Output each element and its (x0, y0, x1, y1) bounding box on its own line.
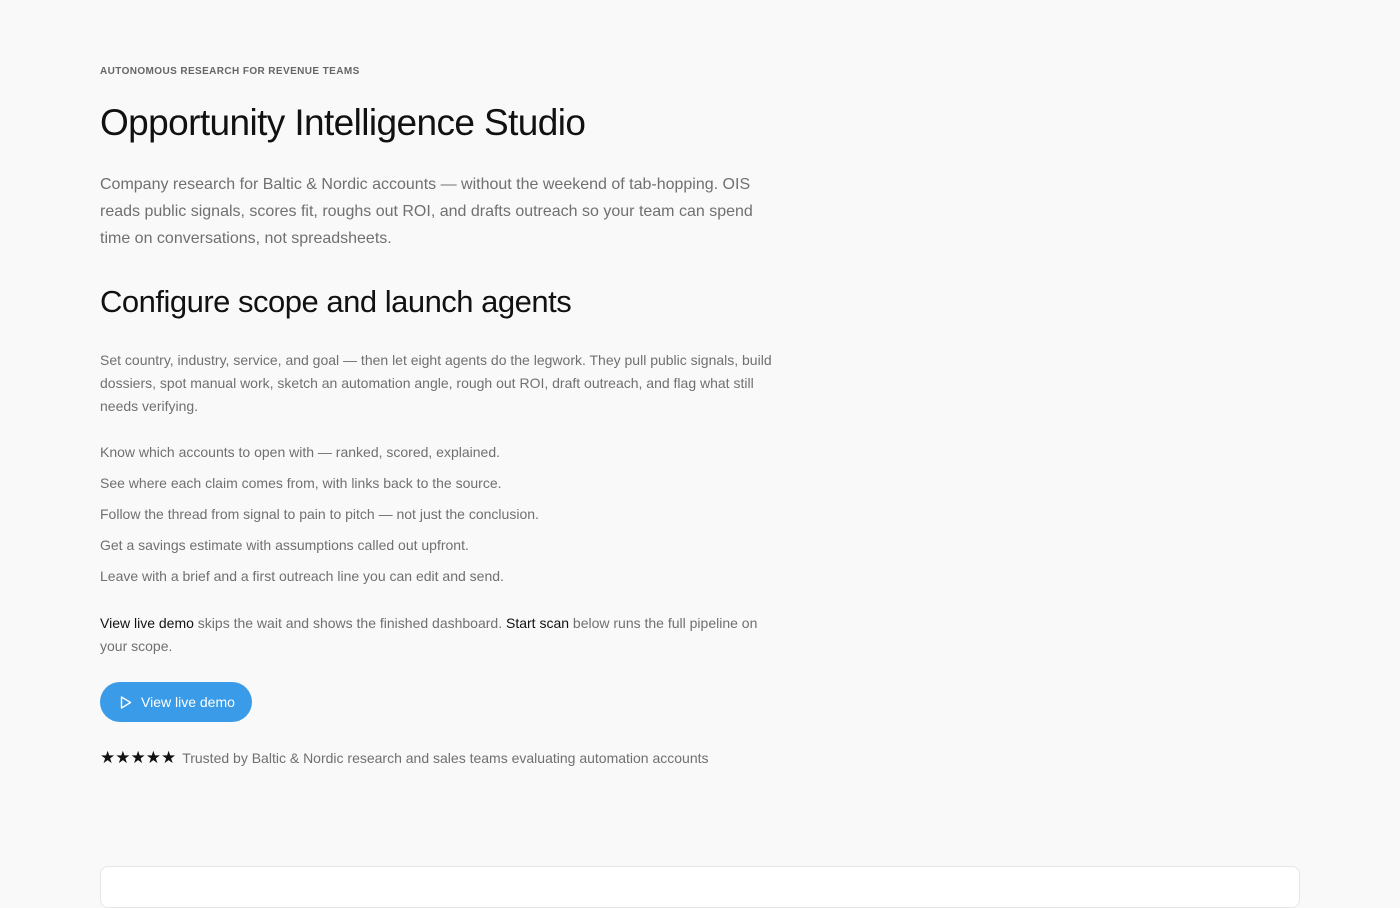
trust-text: Trusted by Baltic & Nordic research and … (182, 750, 709, 766)
benefit-item: Leave with a brief and a first outreach … (100, 568, 504, 584)
star-rating-icon: ★★★★★ (100, 748, 177, 767)
scan-term: Start scan (505, 615, 570, 631)
demo-term: View live demo (100, 615, 194, 631)
eyebrow-label: AUTONOMOUS RESEARCH FOR REVENUE TEAMS (100, 66, 360, 77)
demo-term-description: skips the wait and shows the finished da… (193, 615, 506, 631)
scope-panel (100, 866, 1300, 908)
benefit-item: Know which accounts to open with — ranke… (100, 444, 501, 460)
page-title: Opportunity Intelligence Studio (100, 102, 586, 143)
benefit-item: Follow the thread from signal to pain to… (100, 506, 539, 522)
intro-paragraph: Company research for Baltic & Nordic acc… (100, 176, 753, 247)
configure-description: Set country, industry, service, and goal… (100, 352, 772, 414)
trust-line: ★★★★★ Trusted by Baltic & Nordic researc… (100, 748, 709, 768)
configure-heading: Configure scope and launch agents (100, 284, 572, 319)
view-live-demo-button[interactable]: View live demo (100, 682, 252, 722)
benefits-list: Know which accounts to open with — ranke… (100, 441, 539, 596)
benefit-item: See where each claim comes from, with li… (100, 475, 502, 491)
view-live-demo-label: View live demo (141, 694, 235, 710)
cta-note: View live demo skips the wait and shows … (100, 612, 780, 658)
play-icon (118, 695, 133, 710)
benefit-item: Get a savings estimate with assumptions … (100, 537, 469, 553)
